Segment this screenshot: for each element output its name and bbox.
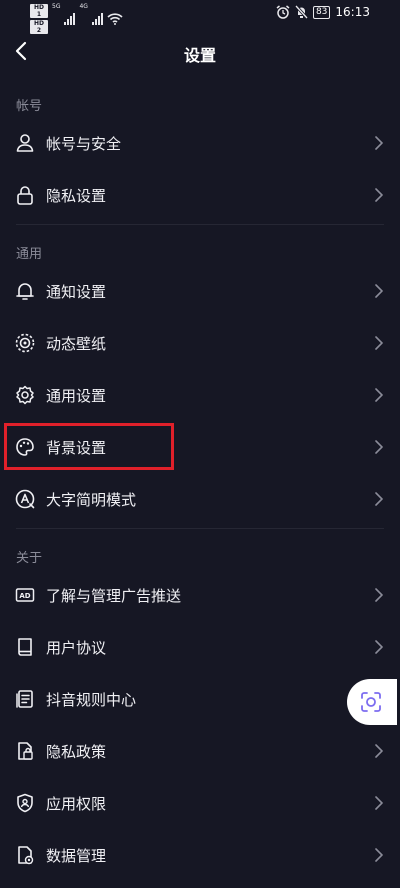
status-right: 83 16:13 <box>276 5 370 19</box>
settings-item-data-management[interactable]: 数据管理 <box>0 829 400 881</box>
settings-item-label: 通知设置 <box>46 283 107 301</box>
book-icon <box>18 638 32 656</box>
ad-icon-text: AD <box>19 592 30 600</box>
gear-icon <box>16 385 34 405</box>
chevron-right-icon <box>375 188 383 202</box>
signal-icon-2 <box>91 13 103 25</box>
settings-item-large-text-mode[interactable]: 大字简明模式 <box>0 473 400 525</box>
section-label-about: 关于 <box>16 551 43 566</box>
large-text-icon <box>15 489 35 509</box>
battery-level: 83 <box>312 5 331 19</box>
settings-item-label: 大字简明模式 <box>46 491 137 509</box>
settings-item-privacy-settings[interactable]: 隐私设置 <box>0 169 400 221</box>
chevron-right-icon <box>375 440 383 454</box>
document-list-icon <box>16 690 33 708</box>
wallpaper-dial-icon <box>15 333 35 353</box>
settings-item-label: 数据管理 <box>46 847 107 865</box>
settings-item-user-agreement[interactable]: 用户协议 <box>0 621 400 673</box>
alarm-icon <box>276 5 290 19</box>
privacy-document-icon <box>18 742 33 760</box>
section-label-general: 通用 <box>16 247 43 262</box>
settings-item-app-permissions[interactable]: 应用权限 <box>0 777 400 829</box>
highlight-box <box>4 423 174 470</box>
section-label-account: 帐号 <box>16 99 43 114</box>
ad-icon: AD <box>15 588 35 602</box>
top-bar: 设置 <box>0 28 400 76</box>
chevron-right-icon <box>375 796 383 810</box>
status-bar: HD 1 HD 2 5G 4G 83 16:13 <box>0 0 400 34</box>
section-divider <box>16 224 384 225</box>
chevron-right-icon <box>375 640 383 654</box>
clock-time: 16:13 <box>335 5 370 19</box>
chevron-right-icon <box>375 492 383 506</box>
settings-item-notifications[interactable]: 通知设置 <box>0 265 400 317</box>
lock-icon <box>17 186 33 205</box>
hd1-badge: HD 1 <box>30 4 48 18</box>
chevron-right-icon <box>375 388 383 402</box>
bell-icon <box>16 283 34 300</box>
chevron-right-icon <box>375 136 383 150</box>
settings-item-ad-management[interactable]: AD 了解与管理广告推送 <box>0 569 400 621</box>
data-file-icon <box>18 846 34 865</box>
chevron-right-icon <box>375 284 383 298</box>
settings-item-label: 抖音规则中心 <box>46 691 137 709</box>
network-4g: 4G <box>79 3 88 10</box>
settings-item-general-settings[interactable]: 通用设置 <box>0 369 400 421</box>
settings-item-account-security[interactable]: 帐号与安全 <box>0 117 400 169</box>
chevron-right-icon <box>375 848 383 862</box>
settings-item-label: 用户协议 <box>46 639 107 657</box>
mute-bell-icon <box>294 5 308 19</box>
settings-item-label: 通用设置 <box>46 387 107 405</box>
settings-item-label: 动态壁纸 <box>46 335 107 353</box>
person-icon <box>16 134 34 152</box>
signal-icon-1 <box>64 13 76 25</box>
section-divider <box>16 528 384 529</box>
settings-item-label: 应用权限 <box>46 795 107 813</box>
chevron-right-icon <box>375 744 383 758</box>
page-title: 设置 <box>183 46 216 65</box>
settings-item-label: 隐私设置 <box>46 187 107 205</box>
floating-scan-button[interactable] <box>347 679 397 725</box>
chevron-right-icon <box>375 336 383 350</box>
settings-item-label: 了解与管理广告推送 <box>46 587 182 605</box>
network-5g: 5G <box>52 3 61 10</box>
scan-icon <box>361 692 381 712</box>
wifi-icon <box>107 13 123 25</box>
settings-item-live-wallpaper[interactable]: 动态壁纸 <box>0 317 400 369</box>
settings-item-label: 帐号与安全 <box>46 135 122 153</box>
settings-item-rules-center[interactable]: 抖音规则中心 <box>0 673 400 725</box>
settings-item-label: 隐私政策 <box>46 743 107 761</box>
chevron-right-icon <box>375 588 383 602</box>
settings-item-privacy-policy[interactable]: 隐私政策 <box>0 725 400 777</box>
shield-icon <box>17 793 33 813</box>
